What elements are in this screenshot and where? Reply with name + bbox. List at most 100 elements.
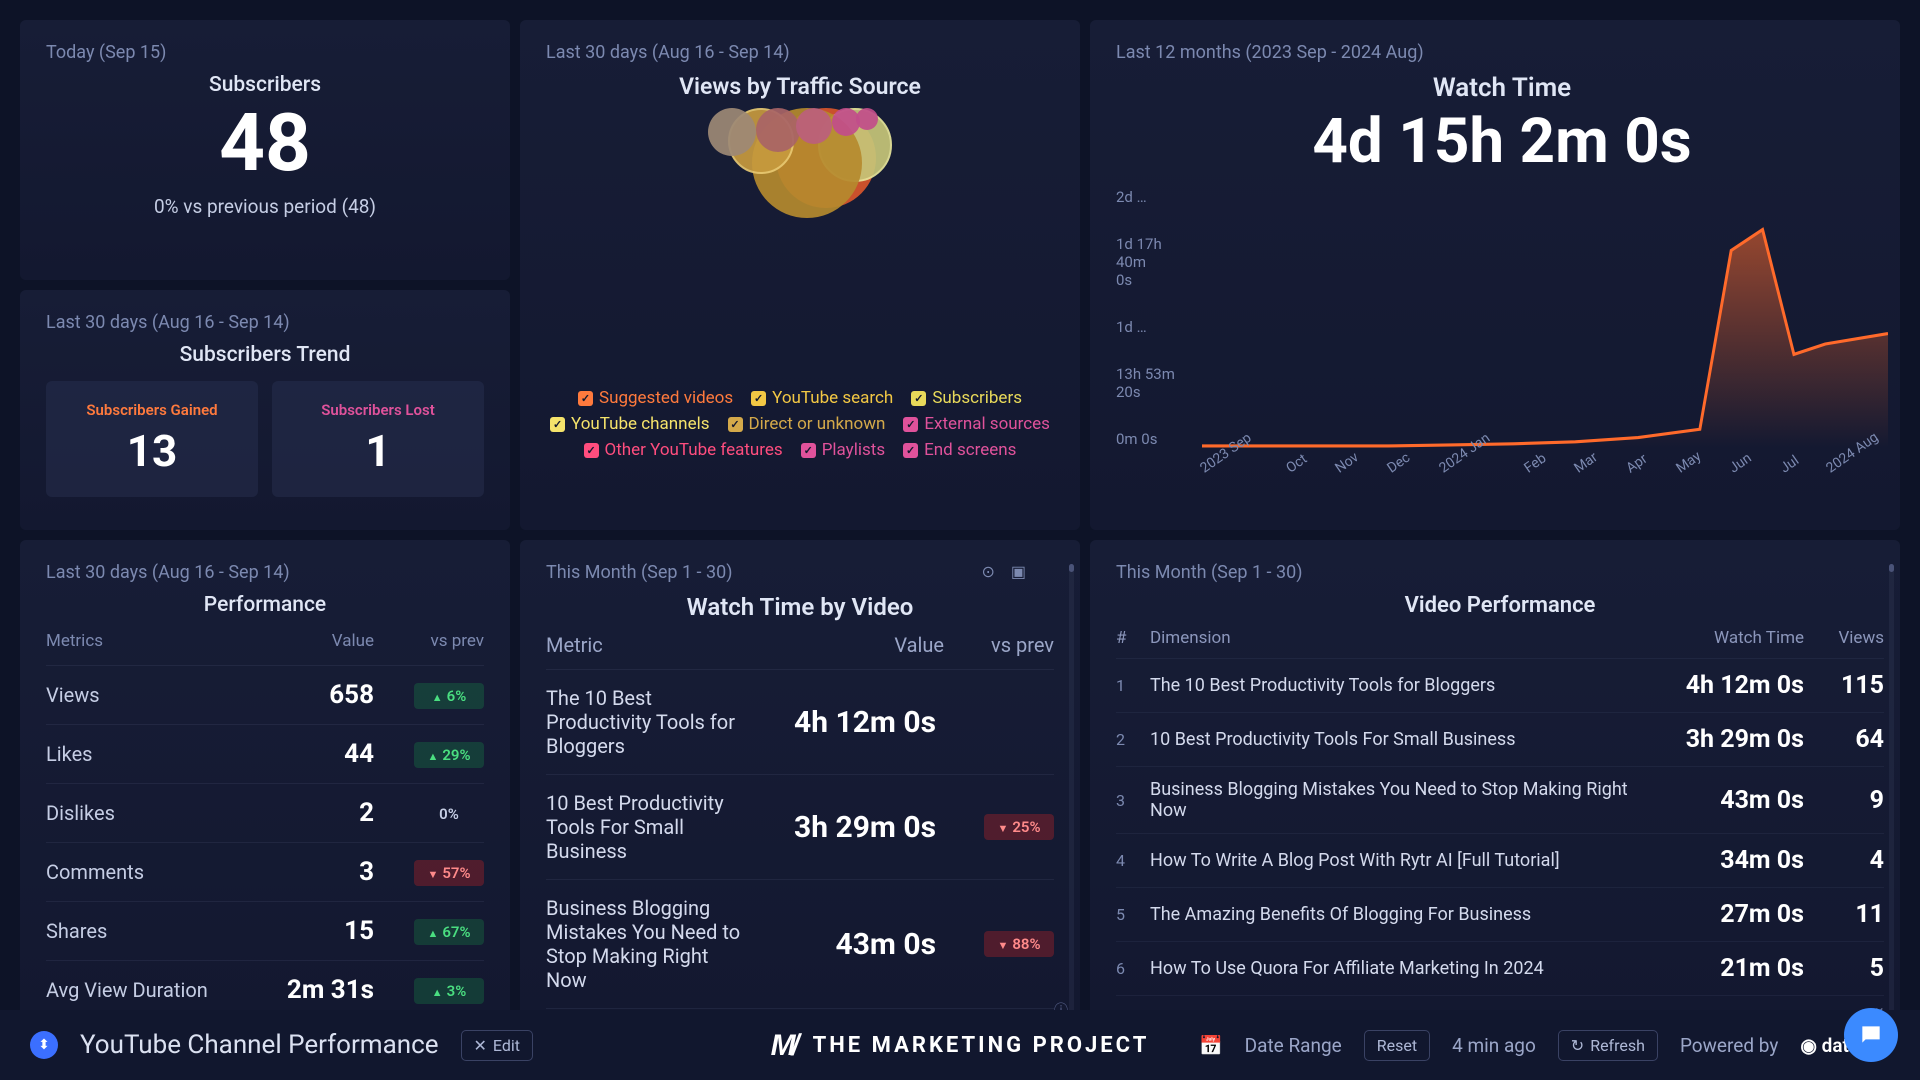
period-label: Today (Sep 15) [46,42,484,63]
subscribers-trend-card: Last 30 days (Aug 16 - Sep 14) Subscribe… [20,290,510,530]
subscribers-card: Today (Sep 15) Subscribers 48 0% vs prev… [20,20,510,280]
legend-item[interactable]: ✓Direct or unknown [728,414,886,434]
image-icon[interactable]: ▣ [1011,562,1026,581]
table-row[interactable]: 6 How To Use Quora For Affiliate Marketi… [1116,941,1884,995]
reset-button[interactable]: Reset [1364,1030,1430,1061]
x-tick: Oct [1283,451,1310,476]
table-row[interactable]: The 10 Best Productivity Tools for Blogg… [546,669,1054,774]
legend-item[interactable]: ✓Other YouTube features [584,440,783,460]
delta-badge: 88% [944,931,1054,957]
legend-item[interactable]: ✓Playlists [801,440,885,460]
lost-value: 1 [282,425,474,477]
video-title: Business Blogging Mistakes You Need to S… [1150,779,1654,821]
wtv-rows: The 10 Best Productivity Tools for Blogg… [546,669,1054,1030]
card-title: Performance [46,593,484,617]
gained-box[interactable]: Subscribers Gained 13 [46,381,258,497]
watch-time-chart[interactable]: 2d …1d 17h 40m 0s1d …13h 53m 20s0m 0s 20… [1116,188,1888,478]
video-performance-card: This Month (Sep 1 - 30) Video Performanc… [1090,540,1900,1030]
col-metric: Metric [546,633,784,657]
lost-box[interactable]: Subscribers Lost 1 [272,381,484,497]
views-value: 9 [1804,786,1884,815]
calendar-icon[interactable]: 📅 [1199,1034,1223,1057]
table-row[interactable]: 10 Best Productivity Tools For Small Bus… [546,774,1054,879]
chat-fab-button[interactable] [1844,1008,1898,1062]
edit-button[interactable]: ✕ Edit [461,1030,534,1061]
row-index: 3 [1116,791,1150,810]
comparison-text: 0% vs previous period (48) [46,195,484,218]
gained-label: Subscribers Gained [56,401,248,419]
scrollbar[interactable] [1069,564,1074,1016]
vperf-rows: 1 The 10 Best Productivity Tools for Blo… [1116,658,1884,1030]
table-row[interactable]: Likes 44 29% [46,724,484,783]
x-tick: Jul [1777,453,1802,477]
views-value: 5 [1804,954,1884,983]
x-tick: Nov [1332,449,1361,476]
y-tick: 0m 0s [1116,430,1202,448]
card-title: Subscribers Trend [46,343,484,367]
table-row[interactable]: Business Blogging Mistakes You Need to S… [546,879,1054,1008]
col-prev: vs prev [384,631,484,651]
settings-icon[interactable]: ⊙ [981,562,994,581]
period-label: This Month (Sep 1 - 30) [546,562,1054,583]
x-tick: Feb [1521,450,1549,476]
powered-by-label: Powered by [1680,1034,1778,1057]
checkbox-icon: ✓ [903,417,918,432]
brand-label: M̸ THE MARKETING PROJECT [771,1028,1150,1063]
subscribers-value: 48 [46,103,484,183]
col-prev: vs prev [944,633,1054,657]
legend-item[interactable]: ✓ Suggested videos [578,388,733,408]
scrollbar[interactable] [1889,564,1894,1016]
card-title: Views by Traffic Source [546,73,1054,100]
table-row[interactable]: 2 10 Best Productivity Tools For Small B… [1116,712,1884,766]
table-row[interactable]: Shares 15 67% [46,901,484,960]
legend-label: YouTube search [772,388,893,408]
row-index: 5 [1116,905,1150,924]
bubble-chart[interactable] [546,108,1054,388]
x-tick: Jun [1727,450,1755,476]
watch-time-card: Last 12 months (2023 Sep - 2024 Aug) Wat… [1090,20,1900,530]
views-value: 11 [1804,900,1884,929]
views-value: 4 [1804,846,1884,875]
metric-value: 15 [264,916,384,946]
watch-time-value: 27m 0s [1654,900,1804,929]
table-row[interactable]: 1 The 10 Best Productivity Tools for Blo… [1116,658,1884,712]
metric-value: 3 [264,857,384,887]
metric-name: Comments [46,860,264,884]
legend-item[interactable]: ✓YouTube channels [550,414,709,434]
legend-item[interactable]: ✓External sources [903,414,1050,434]
table-row[interactable]: 4 How To Write A Blog Post With Rytr AI … [1116,833,1884,887]
app-logo-icon[interactable]: ⬍ [30,1031,58,1059]
views-value: 115 [1804,671,1884,700]
views-value: 64 [1804,725,1884,754]
table-row[interactable]: Comments 3 57% [46,842,484,901]
brand-m-icon: M̸ [771,1028,799,1063]
x-tick: Dec [1385,450,1414,477]
watch-time-value: 4h 12m 0s [1654,671,1804,700]
refresh-button[interactable]: ↻ Refresh [1558,1030,1658,1061]
table-row[interactable]: 5 The Amazing Benefits Of Blogging For B… [1116,887,1884,941]
legend-item[interactable]: ✓End screens [903,440,1016,460]
perf-rows: Views 658 6%Likes 44 29%Dislikes 2 0%Com… [46,665,484,1019]
gained-value: 13 [56,425,248,477]
video-title: How To Write A Blog Post With Rytr AI [F… [1150,850,1654,871]
legend-label: Playlists [822,440,885,460]
metric-name: Dislikes [46,801,264,825]
legend-label: Suggested videos [599,388,733,408]
row-index: 6 [1116,959,1150,978]
checkbox-icon: ✓ [550,417,565,432]
metric-value: 658 [264,680,384,710]
watch-time-value: 43m 0s [1654,786,1804,815]
card-title: Video Performance [1116,593,1884,618]
table-row[interactable]: 3 Business Blogging Mistakes You Need to… [1116,766,1884,833]
delta-badge: 25% [944,814,1054,840]
video-title: The 10 Best Productivity Tools for Blogg… [1150,675,1654,696]
table-row[interactable]: Views 658 6% [46,665,484,724]
x-axis: 2023 SepOctNovDec2024 JanFebMarAprMayJun… [1202,462,1888,478]
checkbox-icon: ✓ [578,391,593,406]
legend-item[interactable]: ✓Subscribers [911,388,1022,408]
col-value: Value [784,633,944,657]
x-tick: Apr [1624,451,1651,477]
table-row[interactable]: Dislikes 2 0% [46,783,484,842]
date-range-button[interactable]: Date Range [1245,1034,1342,1057]
legend-item[interactable]: ✓YouTube search [751,388,893,408]
